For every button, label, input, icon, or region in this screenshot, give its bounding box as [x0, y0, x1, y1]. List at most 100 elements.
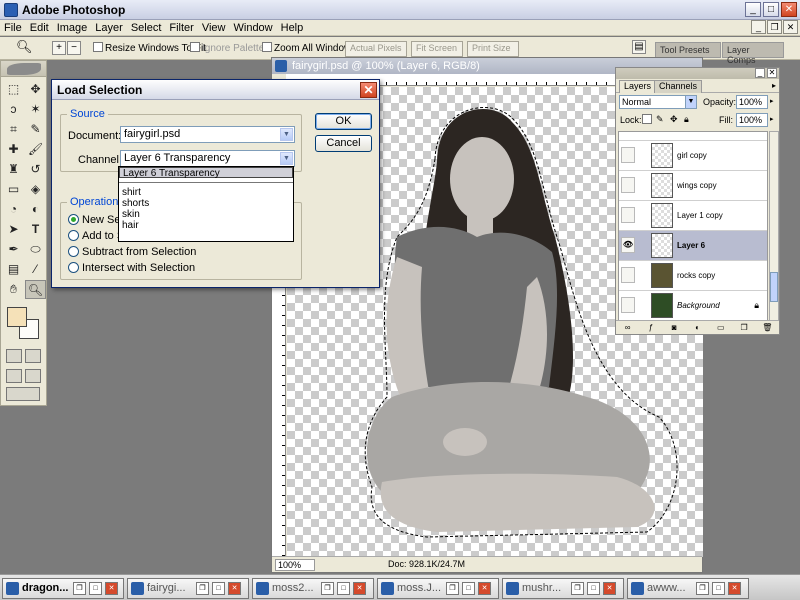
- layer-row-girl-copy[interactable]: girl copy: [619, 141, 767, 171]
- new-layer-icon[interactable]: ❐: [739, 323, 750, 333]
- ok-button[interactable]: OK: [315, 113, 372, 130]
- channel-select[interactable]: Layer 6 Transparency ▼: [120, 150, 295, 167]
- screen-mode-icon[interactable]: [6, 369, 22, 383]
- zoom-field[interactable]: 100%: [275, 559, 315, 571]
- paint-bucket-icon[interactable]: ◈: [25, 180, 46, 199]
- ignore-palettes-checkbox[interactable]: Ignore Palettes: [190, 42, 269, 54]
- maximize-button[interactable]: □: [763, 2, 779, 17]
- opacity-arrow-icon[interactable]: ▸: [770, 97, 774, 105]
- fill-input[interactable]: 100%: [736, 113, 768, 127]
- radio-subtract-from-selection[interactable]: Subtract from Selection: [68, 246, 196, 258]
- channel-option-skin[interactable]: skin: [119, 209, 293, 220]
- visibility-toggle[interactable]: [621, 147, 635, 163]
- standard-mode-icon[interactable]: [6, 349, 22, 363]
- slice-tool-icon[interactable]: ✎: [25, 120, 46, 139]
- move-tool-icon[interactable]: ✥: [25, 80, 46, 99]
- eyedropper-icon[interactable]: ⁄: [25, 260, 46, 279]
- lock-move-icon[interactable]: ✥: [670, 114, 678, 125]
- layer-row-layer-6[interactable]: 👁︎ Layer 6: [619, 231, 767, 261]
- menu-file[interactable]: File: [0, 20, 26, 36]
- task-fairygirl[interactable]: fairygi... ❐ □ ✕: [127, 578, 249, 599]
- tab-channels[interactable]: Channels: [654, 80, 703, 93]
- channel-option-shirt[interactable]: shirt: [119, 187, 293, 198]
- adjustment-layer-icon[interactable]: ◐: [692, 323, 703, 333]
- task-moss2[interactable]: moss2... ❐ □ ✕: [252, 578, 374, 599]
- lock-all-icon[interactable]: 🔒︎: [684, 114, 689, 125]
- shape-tool-icon[interactable]: ⬭: [25, 240, 46, 259]
- zoom-out-icon[interactable]: −: [67, 41, 81, 55]
- zoom-in-icon[interactable]: +: [52, 41, 66, 55]
- lock-transparency-icon[interactable]: [642, 114, 652, 124]
- menu-help[interactable]: Help: [277, 20, 308, 36]
- panel-menu-icon[interactable]: ▸: [772, 81, 776, 90]
- task-mushroom[interactable]: mushr... ❐ □ ✕: [502, 578, 624, 599]
- menu-image[interactable]: Image: [53, 20, 92, 36]
- visibility-toggle[interactable]: [621, 207, 635, 223]
- tools-grip[interactable]: [1, 61, 46, 77]
- dialog-close-button[interactable]: ✕: [360, 82, 377, 98]
- full-screen-icon[interactable]: [25, 369, 41, 383]
- palette-well-icon[interactable]: ▤: [632, 40, 646, 54]
- blend-mode-select[interactable]: Normal ▼: [619, 95, 697, 109]
- link-layers-icon[interactable]: ∞: [622, 323, 633, 333]
- menu-view[interactable]: View: [198, 20, 230, 36]
- channel-option-shorts[interactable]: shorts: [119, 198, 293, 209]
- menu-select[interactable]: Select: [127, 20, 166, 36]
- layer-row-partial[interactable]: [619, 132, 767, 141]
- jump-to-imageready-icon[interactable]: [6, 387, 40, 401]
- visibility-toggle[interactable]: [621, 297, 635, 313]
- healing-brush-icon[interactable]: ✚: [3, 140, 24, 159]
- task-moss[interactable]: moss.J... ❐ □ ✕: [377, 578, 499, 599]
- layer-row-wings-copy[interactable]: wings copy: [619, 171, 767, 201]
- menu-window[interactable]: Window: [230, 20, 277, 36]
- tab-tool-presets[interactable]: Tool Presets: [655, 42, 721, 58]
- task-dragon[interactable]: dragon... ❐ □ ✕: [2, 578, 124, 599]
- marquee-tool-icon[interactable]: ⬚: [3, 80, 24, 99]
- hand-tool-icon[interactable]: ✋︎: [3, 280, 24, 299]
- notes-tool-icon[interactable]: ▤: [3, 260, 24, 279]
- eraser-tool-icon[interactable]: ▭: [3, 180, 24, 199]
- task-awww[interactable]: awww... ❐ □ ✕: [627, 578, 749, 599]
- lasso-tool-icon[interactable]: ↄ: [3, 100, 24, 119]
- magic-wand-icon[interactable]: ✶: [25, 100, 46, 119]
- document-select[interactable]: fairygirl.psd ▼: [120, 126, 295, 143]
- doc-minimize-button[interactable]: _: [751, 20, 766, 34]
- close-button[interactable]: ✕: [781, 2, 797, 17]
- crop-tool-icon[interactable]: ⌗: [3, 120, 24, 139]
- new-group-icon[interactable]: ▭: [715, 323, 726, 333]
- menu-edit[interactable]: Edit: [26, 20, 53, 36]
- menu-filter[interactable]: Filter: [165, 20, 197, 36]
- tab-layer-comps[interactable]: Layer Comps: [722, 42, 784, 65]
- layer-row-layer-1-copy[interactable]: Layer 1 copy: [619, 201, 767, 231]
- foreground-color-swatch[interactable]: [7, 307, 27, 327]
- zoom-tool-icon[interactable]: 🔍︎: [25, 280, 46, 299]
- layer-mask-icon[interactable]: ◙: [669, 323, 680, 333]
- layer-row-rocks-copy[interactable]: rocks copy: [619, 261, 767, 291]
- clone-stamp-icon[interactable]: ♜: [3, 160, 24, 179]
- visibility-toggle[interactable]: [621, 267, 635, 283]
- layer-style-icon[interactable]: ƒ: [645, 323, 656, 333]
- fit-screen-button[interactable]: Fit Screen: [411, 41, 463, 57]
- panel-minimize-button[interactable]: _: [755, 68, 765, 78]
- zoom-all-checkbox[interactable]: Zoom All Windows: [262, 42, 356, 54]
- layers-panel-grip[interactable]: _ ✕: [616, 68, 779, 79]
- minimize-button[interactable]: _: [745, 2, 761, 17]
- history-brush-icon[interactable]: ↺: [25, 160, 46, 179]
- type-tool-icon[interactable]: T: [25, 220, 46, 239]
- visibility-toggle[interactable]: [621, 177, 635, 193]
- doc-close-button[interactable]: ✕: [783, 20, 798, 34]
- actual-pixels-button[interactable]: Actual Pixels: [345, 41, 407, 57]
- dodge-tool-icon[interactable]: ◐: [25, 200, 46, 219]
- quick-mask-icon[interactable]: [25, 349, 41, 363]
- menu-layer[interactable]: Layer: [91, 20, 127, 36]
- layer-list-scrollbar[interactable]: [769, 131, 779, 321]
- eye-icon[interactable]: 👁︎: [621, 237, 635, 253]
- magnifier-icon[interactable]: 🔍︎: [16, 40, 33, 55]
- radio-intersect-with-selection[interactable]: Intersect with Selection: [68, 262, 195, 274]
- channel-option-layer-6-transparency[interactable]: Layer 6 Transparency: [119, 167, 293, 179]
- tab-layers[interactable]: Layers: [619, 80, 657, 93]
- channel-option-hair[interactable]: hair: [119, 220, 293, 231]
- doc-restore-button[interactable]: ❐: [767, 20, 782, 34]
- blur-tool-icon[interactable]: ◔: [3, 200, 24, 219]
- brush-tool-icon[interactable]: 🖌︎: [25, 140, 46, 159]
